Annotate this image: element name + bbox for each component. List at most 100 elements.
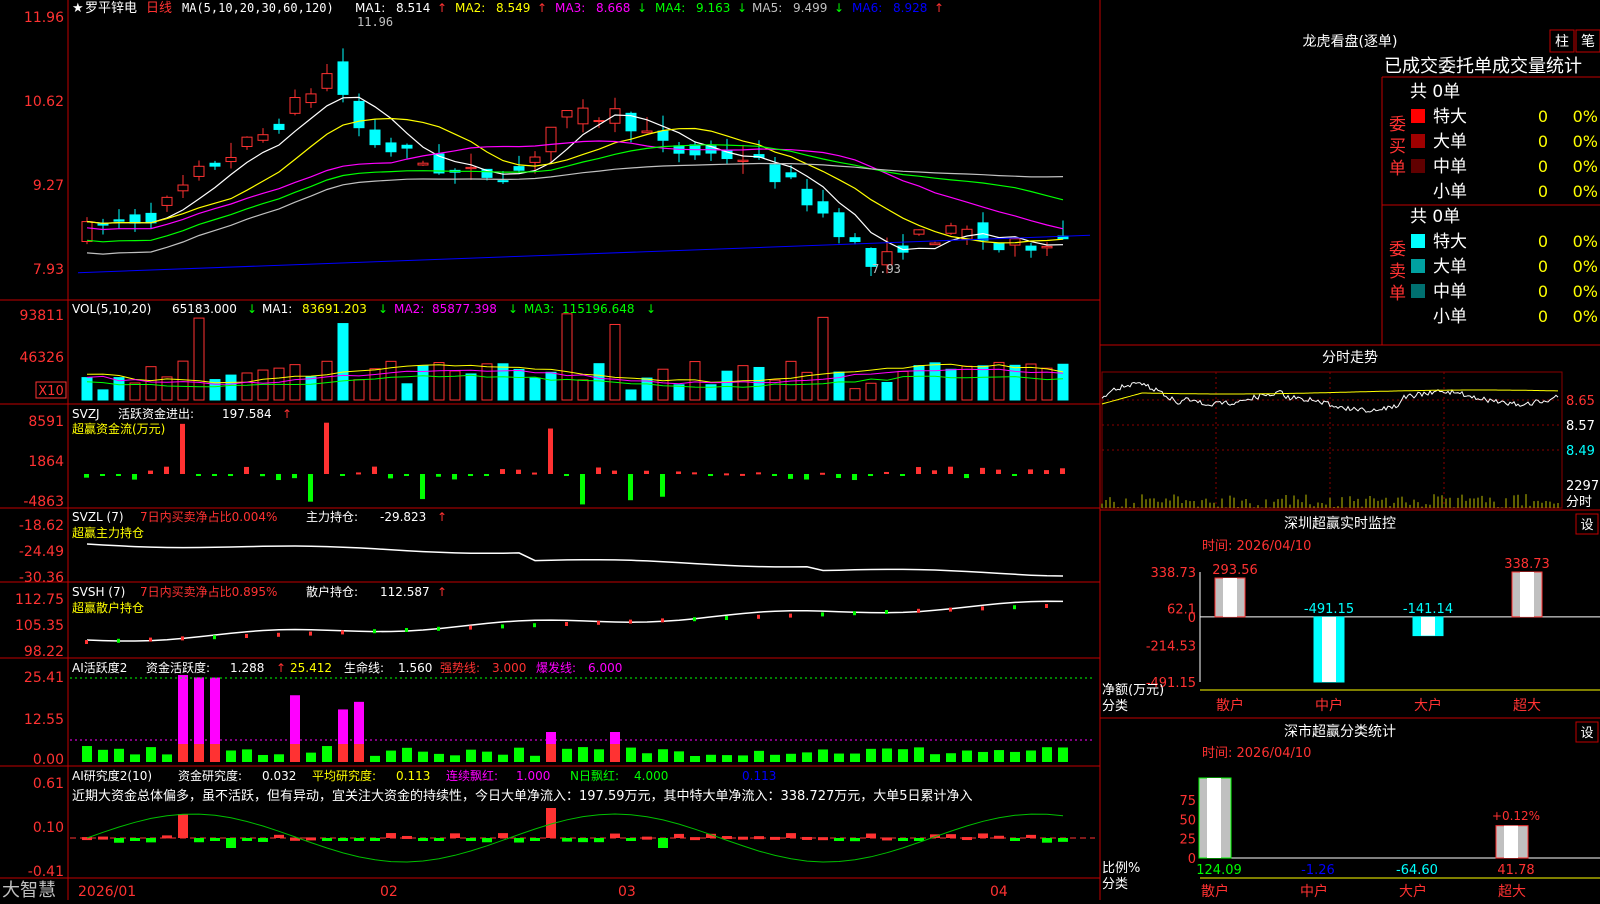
candle [545, 126, 557, 153]
air-bar [802, 836, 812, 840]
legend-swatch [1411, 234, 1425, 248]
classify-value-label: -64.60 [1396, 863, 1438, 878]
svzj-bar [692, 472, 697, 475]
classify-bar-highlight [1207, 778, 1221, 858]
candle [1041, 245, 1053, 249]
ai2-bar [386, 750, 396, 762]
vol-ma3-label: MA3: [524, 302, 554, 316]
air-l2: 平均研究度: [312, 768, 376, 783]
volume-bar [817, 316, 829, 401]
volume-bar [945, 368, 957, 401]
volume-bar [337, 323, 349, 401]
svzj-bar [356, 472, 361, 475]
air-bar [786, 833, 796, 838]
star-icon[interactable]: ★ [72, 1, 84, 16]
svzl-y-axis: -18.62 -24.49 -30.36 [19, 518, 64, 586]
air-bar [914, 838, 924, 841]
air-bar [210, 838, 220, 841]
candle [977, 222, 989, 241]
svsh-tick [501, 624, 504, 629]
row-name: 大单 [1433, 257, 1467, 277]
monitor-value-label: -491.15 [1304, 602, 1354, 617]
period-label[interactable]: 日线 [146, 1, 172, 16]
ai2-bar [498, 754, 508, 762]
candle [529, 156, 541, 163]
stock-name[interactable]: 罗平锌电 [85, 1, 137, 16]
vol-scale-label[interactable]: X10 [38, 384, 63, 399]
svzj-bar [452, 474, 457, 480]
air-bar [466, 838, 476, 841]
vol-arrow: ↓ [247, 302, 257, 316]
air-bar [562, 838, 572, 842]
candle [81, 221, 93, 242]
row-name: 中单 [1433, 157, 1467, 177]
candle [369, 129, 381, 146]
vol-value: 65183.000 [172, 302, 237, 316]
air-bar [98, 836, 108, 840]
ai2-y-label: 25.41 [24, 670, 64, 686]
row-pct: 0% [1573, 307, 1598, 326]
air-bar [258, 838, 268, 842]
svzj-bar [612, 470, 617, 474]
ai2-bar [770, 754, 780, 762]
volume-bar [129, 382, 141, 401]
candle [465, 166, 477, 170]
x-tick-label: 04 [990, 884, 1008, 900]
air-bar [482, 838, 492, 843]
svzj-bar [580, 474, 585, 505]
classify-value-label: 124.09 [1196, 863, 1242, 878]
ma5-value: 9.499 [793, 1, 827, 15]
svzl-arrow: ↑ [437, 510, 447, 524]
intraday-title[interactable]: 分时走势 [1322, 350, 1378, 366]
ai-activity-bars [70, 675, 1095, 762]
classify-category-label: 超大 [1498, 884, 1526, 900]
svsh-tick [117, 638, 120, 643]
svsh-tick [853, 611, 856, 616]
svzj-bar [324, 422, 329, 474]
buy-total: 共 0单 [1410, 82, 1460, 102]
monitor-settings-label[interactable]: 设 [1580, 518, 1593, 533]
ma4-label: MA4: [655, 1, 685, 15]
intraday-chart[interactable] [1101, 371, 1563, 509]
volume-bar [673, 384, 685, 401]
vol-y-label: 46326 [19, 350, 64, 366]
air-bar [130, 838, 140, 841]
svsh-tick [1045, 604, 1048, 608]
legend-swatch [1411, 184, 1425, 198]
ma6-value: 8.928 [893, 1, 927, 15]
air-header: AI研究度2(10) 资金研究度: 0.032 平均研究度: 0.113 连续飘… [72, 768, 973, 804]
row-count: 0 [1538, 132, 1548, 151]
vol-y-label: 93811 [19, 308, 64, 324]
vol-title: VOL(5,10,20) [72, 302, 151, 316]
intraday-price-label: 8.57 [1566, 419, 1595, 434]
ai2-y-label: 12.55 [24, 712, 64, 728]
candle [337, 61, 349, 95]
candle [961, 228, 973, 240]
svzj-bar [308, 474, 313, 502]
ma5-line [86, 162, 1064, 255]
ai2-l1: 资金活跃度: [146, 660, 210, 675]
tick-mode-label[interactable]: 笔 [1581, 34, 1595, 50]
svzj-arrow: ↑ [282, 407, 292, 421]
ma6-label: MA6: [852, 1, 882, 15]
row-count: 0 [1538, 257, 1548, 276]
svsh-tick [181, 636, 184, 641]
classify-settings-label[interactable]: 设 [1580, 726, 1593, 741]
air-bar [450, 833, 460, 838]
svzj-bar [372, 466, 377, 474]
volume-bar [929, 362, 941, 401]
price-y-label: 10.62 [24, 94, 64, 110]
side-label-char: 委 [1389, 240, 1406, 260]
svsh-line [85, 600, 1064, 644]
bar-mode-label[interactable]: 柱 [1555, 34, 1569, 50]
ai2-bar [754, 750, 764, 762]
classify-y-label: 25 [1179, 833, 1196, 848]
row-pct: 0% [1573, 107, 1598, 126]
ma3-label: MA3: [555, 1, 585, 15]
row-count: 0 [1538, 157, 1548, 176]
svsh-tick [85, 640, 88, 644]
air-l3: 连续飘红: [446, 768, 498, 783]
svsh-y-axis: 112.75 105.35 98.22 [15, 592, 64, 660]
ai2-bar [258, 754, 268, 762]
ma4-value: 9.163 [696, 1, 730, 15]
